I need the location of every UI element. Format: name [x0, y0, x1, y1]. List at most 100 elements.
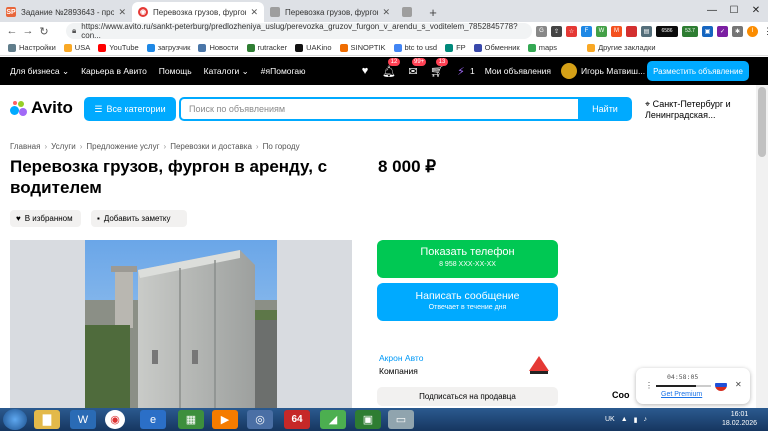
new-tab-button[interactable]: + [424, 2, 442, 22]
user-name[interactable]: Игорь Матвиш... [581, 66, 645, 76]
close-icon[interactable]: ✕ [118, 7, 126, 18]
search-input[interactable]: Поиск по объявлениям [179, 97, 580, 121]
extension-icon[interactable]: ▤ [641, 25, 652, 37]
subscribe-seller-button[interactable]: Подписаться на продавца [377, 387, 558, 406]
tab-avito-active[interactable]: ◉ Перевозка грузов, фургон в арен ✕ [132, 2, 264, 22]
network-icon[interactable]: ▮ [634, 416, 638, 424]
profile-icon[interactable]: I [747, 25, 758, 37]
nav-catalogs[interactable]: Каталоги ⌄ [204, 66, 249, 77]
forward-icon[interactable]: → [20, 25, 36, 37]
nav-business[interactable]: Для бизнеса ⌄ [10, 66, 69, 77]
show-phone-button[interactable]: Показать телефон 8 958 XXX-XX-XX [377, 240, 558, 278]
network-app-icon[interactable]: ◎ [247, 410, 273, 429]
ie-icon[interactable]: e [140, 410, 166, 429]
nav-help[interactable]: Помощь [159, 66, 192, 76]
back-icon[interactable]: ← [4, 25, 20, 37]
reload-icon[interactable]: ↻ [36, 25, 52, 38]
bookmark-loader[interactable]: загрузчик [146, 43, 190, 52]
lightning-icon[interactable]: ⚡︎ [454, 64, 468, 78]
tab-blank[interactable] [396, 2, 424, 22]
bookmark-maps[interactable]: maps [527, 43, 557, 52]
app-chart-icon[interactable]: ◢ [320, 410, 346, 429]
heart-icon[interactable]: ♥ [358, 64, 372, 78]
url-field[interactable]: 🔒︎ https://www.avito.ru/sankt-peterburg/… [66, 22, 532, 40]
clock[interactable]: 16:01 18.02.2026 [722, 410, 757, 428]
avatar[interactable] [561, 63, 578, 79]
media-player-icon[interactable]: ▶ [212, 410, 238, 429]
app-w-icon[interactable]: W [70, 410, 96, 429]
location-selector[interactable]: ⌖ Санкт-Петербург и Ленинградская... [645, 99, 745, 121]
bookmark-rutracker[interactable]: rutracker [246, 43, 287, 52]
russia-flag-icon[interactable] [715, 379, 727, 391]
terminal-icon[interactable]: ▣ [355, 410, 381, 429]
close-window-button[interactable]: ✕ [745, 0, 767, 20]
favorite-button[interactable]: ♥ В избранном [10, 210, 81, 227]
bookmark-sinoptik[interactable]: SINOPTIK [339, 43, 386, 52]
breadcrumb-separator: › [44, 142, 48, 151]
my-ads-link[interactable]: Мои объявления [485, 66, 551, 76]
bookmark-news[interactable]: Новости [198, 43, 239, 52]
menu-dots-icon[interactable]: ⋮ [645, 381, 653, 390]
extension-icon[interactable]: ✓ [717, 25, 728, 37]
add-note-button[interactable]: ▪ Добавить заметку [91, 210, 187, 227]
explorer-icon[interactable]: ▇ [34, 410, 60, 429]
ltc-price-badge[interactable]: 6586 [656, 25, 678, 37]
menu-icon[interactable]: ⋮ [762, 25, 768, 37]
flag-icon[interactable] [626, 25, 637, 37]
app-grid-icon[interactable]: ▦ [178, 410, 204, 429]
breadcrumb-item[interactable]: Перевозки и доставка [170, 142, 252, 151]
nav-career[interactable]: Карьера в Авито [81, 66, 147, 76]
place-ad-button[interactable]: Разместить объявление [647, 61, 749, 81]
seller-logo[interactable] [527, 355, 551, 375]
volume-icon[interactable]: ♪ [644, 416, 648, 423]
close-icon[interactable]: ✕ [735, 380, 742, 389]
maximize-button[interactable]: ☐ [723, 0, 745, 20]
window-app-icon[interactable]: ▭ [388, 410, 414, 429]
breadcrumb-item[interactable]: Главная [10, 142, 40, 151]
browser-tab-strip: SP Задание №2893643 - просмотр з ✕ ◉ Пер… [0, 0, 768, 22]
chat-icon[interactable]: ✉ 99+ [406, 58, 427, 78]
extension-icon[interactable]: W [596, 25, 607, 37]
puzzle-icon[interactable]: ✱ [732, 25, 743, 37]
get-premium-link[interactable]: Get Premium [661, 391, 702, 398]
translate-icon[interactable]: G [536, 25, 547, 37]
tab-task[interactable]: SP Задание №2893643 - просмотр з ✕ [0, 2, 132, 22]
breadcrumb-item[interactable]: Услуги [51, 142, 76, 151]
nav-ihelp[interactable]: #яПомогаю [261, 66, 306, 76]
bookmark-fp[interactable]: FP [445, 43, 466, 52]
find-button[interactable]: Найти [578, 97, 632, 121]
avito-logo[interactable]: Avito [10, 98, 73, 118]
seller-name-link[interactable]: Акрон Авто [379, 353, 423, 363]
bookmark-youtube[interactable]: YouTube [98, 43, 139, 52]
share-icon[interactable]: ⇪ [551, 25, 562, 37]
cart-icon[interactable]: 🛒︎ 13 [430, 58, 448, 78]
tray-arrow-icon[interactable]: ▲ [621, 416, 628, 423]
extension-icon[interactable]: M [611, 25, 622, 37]
bookmark-btc[interactable]: btc to usd [393, 43, 437, 52]
tab-avito-2[interactable]: Перевозка грузов, фургон в арен ✕ [264, 2, 396, 22]
bookmark-exchanger[interactable]: Обменник [473, 43, 520, 52]
listing-photo[interactable] [10, 240, 352, 408]
star-icon[interactable]: ☆ [566, 25, 577, 37]
breadcrumb-item[interactable]: Предложение услуг [86, 142, 159, 151]
bookmark-usa[interactable]: USA [63, 43, 90, 52]
ltc-rate-badge[interactable]: 53.7 [682, 25, 698, 37]
bookmark-uakino[interactable]: UAKino [295, 43, 332, 52]
windows-start-icon[interactable] [3, 409, 27, 430]
chrome-icon[interactable]: ◉ [105, 410, 125, 429]
extension-icon[interactable]: ▣ [702, 25, 713, 37]
close-icon[interactable]: ✕ [250, 7, 258, 18]
bookmark-settings[interactable]: Настройки [8, 43, 56, 52]
bell-icon[interactable]: 🔔︎ 12 [382, 58, 400, 78]
all-categories-button[interactable]: ☰ Все категории [84, 97, 176, 121]
minimize-button[interactable]: — [701, 0, 723, 20]
bookmark-other[interactable]: Другие закладки [587, 43, 656, 52]
breadcrumb-item[interactable]: По городу [263, 142, 300, 151]
scrollbar-thumb[interactable] [758, 87, 766, 157]
extension-icon[interactable]: F [581, 25, 592, 37]
close-icon[interactable]: ✕ [382, 7, 390, 18]
app-64-icon[interactable]: 64 [284, 410, 310, 429]
language-indicator[interactable]: UK [605, 416, 615, 423]
write-message-button[interactable]: Написать сообщение Отвечает в течение дн… [377, 283, 558, 321]
page-scrollbar[interactable] [756, 85, 768, 408]
